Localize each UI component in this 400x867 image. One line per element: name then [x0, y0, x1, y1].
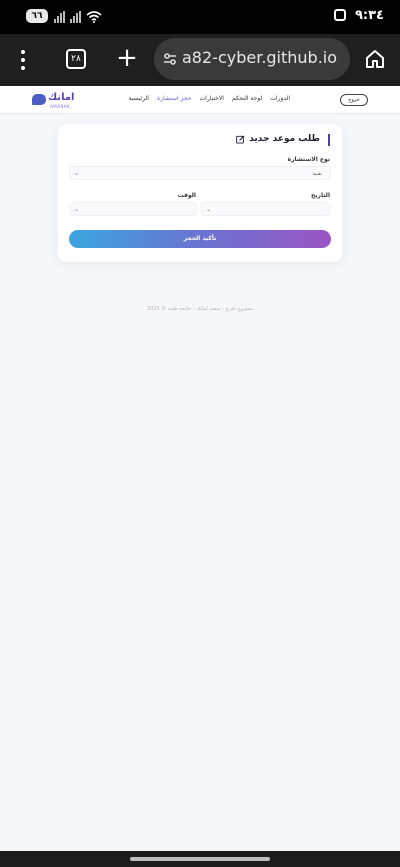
screen-record-icon	[334, 9, 346, 21]
consultation-type-label: نوع الاستشارة	[287, 156, 330, 163]
logout-button[interactable]: خروج	[340, 94, 368, 106]
nav-link-dashboard[interactable]: لوحة التحكم	[232, 95, 262, 102]
chevron-down-icon: ⌄	[74, 170, 80, 177]
signal-icon	[54, 11, 65, 23]
nav-link-booking[interactable]: حجز استشارة	[157, 95, 192, 102]
confirm-booking-button[interactable]: تأكيد الحجز	[69, 230, 331, 248]
form-title: طلب موعد جديد	[236, 134, 320, 144]
more-options-icon[interactable]	[20, 50, 26, 70]
home-icon[interactable]	[364, 48, 386, 70]
nav-link-tests[interactable]: الاختبارات	[200, 95, 224, 102]
chevron-down-icon: ⌄	[74, 206, 80, 213]
consultation-type-value: تقنية	[312, 171, 322, 177]
date-label: التاريخ	[310, 192, 330, 199]
site-navbar: امانك AMANAK الرئيسية حجز استشارة الاختب…	[0, 86, 400, 114]
chat-bubble-icon	[32, 94, 46, 105]
title-accent-bar	[328, 134, 330, 146]
wifi-icon	[86, 11, 102, 23]
edit-icon	[236, 135, 245, 144]
tab-switcher-button[interactable]: ٢٨	[66, 49, 86, 69]
time-label: الوقت	[177, 192, 196, 199]
status-icons	[54, 9, 102, 23]
chevron-down-icon: ⌄	[206, 206, 212, 213]
form-title-text: طلب موعد جديد	[249, 134, 320, 144]
booking-form-card: طلب موعد جديد نوع الاستشارة تقنية ⌄ التا…	[58, 124, 342, 262]
clock: ٩:٣٤	[354, 8, 384, 23]
logo-subtitle: AMANAK	[50, 104, 71, 109]
new-tab-icon[interactable]: +	[116, 43, 138, 73]
status-bar: ٦٦ ٩:٣٤	[0, 0, 400, 34]
site-logo[interactable]: امانك AMANAK	[32, 92, 76, 110]
consultation-type-select[interactable]: تقنية ⌄	[69, 166, 331, 180]
nav-link-home[interactable]: الرئيسية	[128, 95, 149, 102]
nav-link-courses[interactable]: الدورات	[270, 95, 290, 102]
url-text: a82-cyber.github.io	[182, 48, 338, 67]
signal-icon-secondary	[70, 11, 81, 23]
address-bar[interactable]: a82-cyber.github.io	[154, 38, 350, 80]
footer-text: مشروع تخرج - منصة امانك - جامعة طيبة © 2…	[146, 306, 253, 312]
time-select[interactable]: ⌄	[69, 202, 197, 216]
gesture-handle[interactable]	[130, 857, 270, 861]
browser-toolbar: ٢٨ + a82-cyber.github.io	[0, 34, 400, 86]
logo-text: امانك	[48, 92, 75, 103]
nav-links: الرئيسية حجز استشارة الاختبارات لوحة الت…	[128, 95, 290, 102]
system-navigation-bar	[0, 851, 400, 867]
site-settings-icon[interactable]	[162, 51, 178, 67]
date-input[interactable]: ⌄	[201, 202, 331, 216]
battery-indicator: ٦٦	[26, 9, 48, 23]
